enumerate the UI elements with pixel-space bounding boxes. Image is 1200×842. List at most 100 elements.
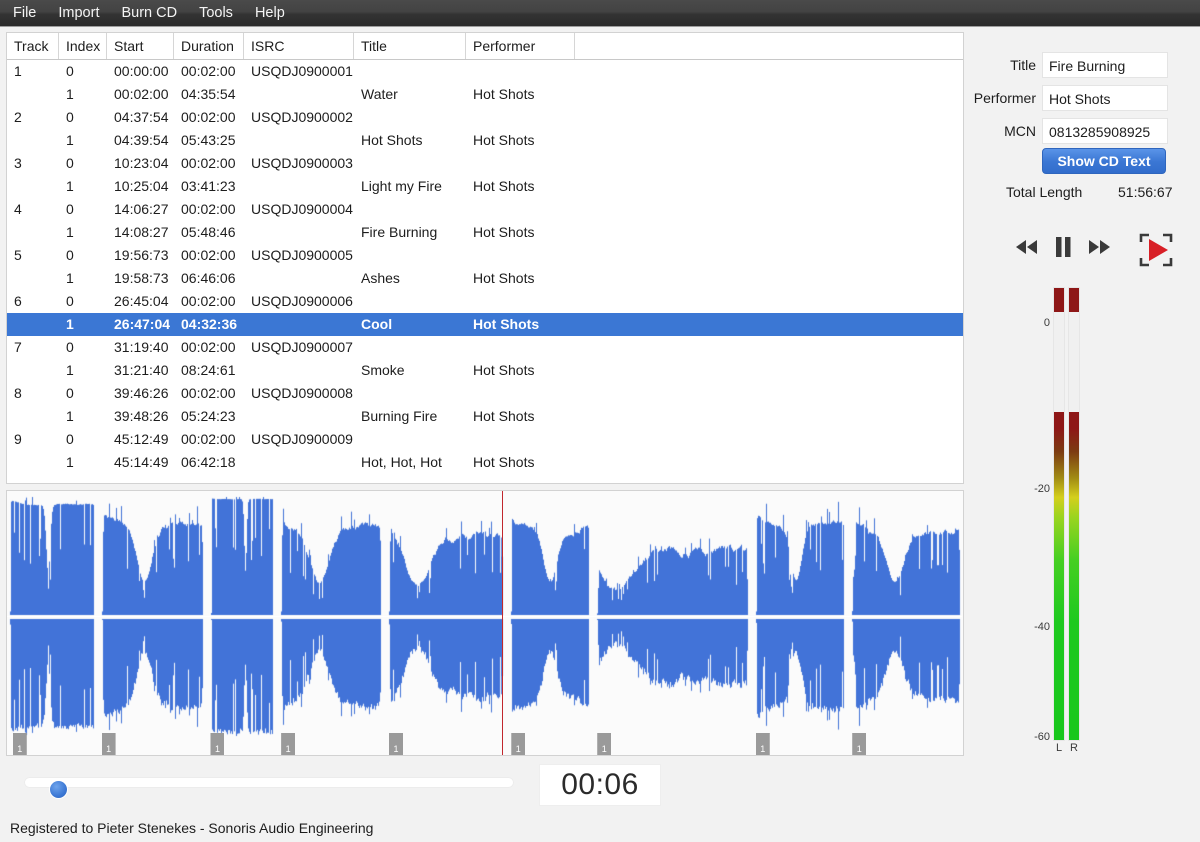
cell-duration: 00:02:00 [181, 339, 236, 355]
table-row[interactable]: 4 0 14:06:27 00:02:00 USQDJ0900004 [7, 198, 963, 221]
table-header-col-spacer[interactable] [575, 33, 963, 59]
marker-index-label: 1 [856, 744, 862, 754]
table-header-col-index[interactable]: Index [59, 33, 107, 59]
table-row[interactable]: 1 00:02:00 04:35:54 Water Hot Shots [7, 83, 963, 106]
cell-track [7, 221, 59, 244]
cell-title [354, 198, 466, 221]
table-header-col-performer[interactable]: Performer [466, 33, 575, 59]
waveform-canvas[interactable] [8, 492, 963, 744]
cell-track [7, 405, 59, 428]
table-header-col-start[interactable]: Start [107, 33, 174, 59]
cell-isrc: USQDJ0900004 [251, 201, 353, 217]
marker-index-label: 1 [760, 744, 766, 754]
rewind-icon[interactable] [1010, 230, 1044, 264]
track-marker[interactable]: 1 [852, 733, 867, 755]
table-row[interactable]: 1 39:48:26 05:24:23 Burning Fire Hot Shots [7, 405, 963, 428]
track-marker[interactable]: 1 [511, 733, 526, 755]
table-row[interactable]: 9 0 45:12:49 00:02:00 USQDJ0900009 [7, 428, 963, 451]
cell-track: 5 [14, 247, 22, 263]
fast-forward-icon[interactable] [1082, 230, 1116, 264]
menu-file[interactable]: File [0, 0, 47, 26]
cell-index: 0 [66, 63, 74, 79]
waveform-scroll-row[interactable] [6, 770, 964, 798]
table-row[interactable]: 1 04:39:54 05:43:25 Hot Shots Hot Shots [7, 129, 963, 152]
cell-index: 1 [66, 132, 74, 148]
play-selection-icon[interactable] [1136, 230, 1176, 270]
marker-index-label: 1 [393, 744, 399, 754]
mcn-label: MCN [1004, 123, 1036, 139]
cell-track [7, 313, 59, 336]
track-marker[interactable]: 1 [210, 733, 225, 755]
cell-performer: Hot Shots [473, 362, 535, 378]
track-marker[interactable]: 1 [389, 733, 404, 755]
table-body[interactable]: 1 0 00:00:00 00:02:00 USQDJ0900001 1 00:02:00 0… [7, 60, 963, 474]
table-row[interactable]: 1 31:21:40 08:24:61 Smoke Hot Shots [7, 359, 963, 382]
table-row[interactable]: 1 0 00:00:00 00:02:00 USQDJ0900001 [7, 60, 963, 83]
table-row[interactable]: 7 0 31:19:40 00:02:00 USQDJ0900007 [7, 336, 963, 359]
cell-start: 10:25:04 [114, 178, 169, 194]
mcn-input[interactable]: 0813285908925 [1042, 118, 1168, 144]
waveform-scrollbar-thumb[interactable] [50, 781, 67, 798]
track-marker[interactable]: 1 [597, 733, 612, 755]
cell-isrc: USQDJ0900009 [251, 431, 353, 447]
waveform-scrollbar-track[interactable] [24, 777, 514, 798]
cell-performer: Hot Shots [473, 132, 535, 148]
track-marker-strip[interactable]: 1 1 1 1 1 1 1 1 1 [8, 728, 963, 755]
title-input[interactable]: Fire Burning [1042, 52, 1168, 78]
cell-performer: Hot Shots [473, 224, 535, 240]
marker-index-label: 1 [106, 744, 112, 754]
track-list-table[interactable]: Track Index Start Duration ISRC Title Performe… [6, 32, 964, 484]
cell-duration: 05:24:23 [181, 408, 236, 424]
track-marker[interactable]: 1 [755, 733, 770, 755]
cell-start: 00:00:00 [114, 63, 169, 79]
track-marker[interactable]: 1 [101, 733, 116, 755]
marker-index-label: 1 [17, 744, 23, 754]
level-meters: 0 -20 -40 -60 L R [1034, 288, 1098, 754]
table-row[interactable]: 1 45:14:49 06:42:18 Hot, Hot, Hot Hot Shots [7, 451, 963, 474]
cell-title: Ashes [361, 270, 400, 286]
cell-title: Burning Fire [361, 408, 438, 424]
table-row[interactable]: 1 10:25:04 03:41:23 Light my Fire Hot Shots [7, 175, 963, 198]
menu-import[interactable]: Import [47, 0, 110, 26]
table-row[interactable]: 1 14:08:27 05:48:46 Fire Burning Hot Shots [7, 221, 963, 244]
cell-track [7, 129, 59, 152]
cell-duration: 00:02:00 [181, 201, 236, 217]
total-length-value: 51:56:67 [1118, 184, 1173, 200]
table-row[interactable]: 2 0 04:37:54 00:02:00 USQDJ0900002 [7, 106, 963, 129]
cell-isrc: USQDJ0900001 [251, 63, 353, 79]
cell-track [7, 451, 59, 474]
cell-track [7, 267, 59, 290]
track-marker[interactable]: 1 [281, 733, 296, 755]
table-header-col-duration[interactable]: Duration [174, 33, 244, 59]
table-row[interactable]: 5 0 19:56:73 00:02:00 USQDJ0900005 [7, 244, 963, 267]
waveform-panel[interactable]: 1 1 1 1 1 1 1 1 1 [6, 490, 964, 756]
cell-title [354, 244, 466, 267]
cell-start: 19:58:73 [114, 270, 169, 286]
cell-isrc [244, 359, 354, 382]
menu-tools[interactable]: Tools [188, 0, 244, 26]
table-header-col-title[interactable]: Title [354, 33, 466, 59]
table-header-col-isrc[interactable]: ISRC [244, 33, 354, 59]
pause-icon[interactable] [1046, 230, 1080, 264]
table-row[interactable]: 1 19:58:73 06:46:06 Ashes Hot Shots [7, 267, 963, 290]
menu-help[interactable]: Help [244, 0, 296, 26]
table-header-col-track[interactable]: Track [7, 33, 59, 59]
marker-index-label: 1 [515, 744, 521, 754]
performer-input[interactable]: Hot Shots [1042, 85, 1168, 111]
table-row[interactable]: 3 0 10:23:04 00:02:00 USQDJ0900003 [7, 152, 963, 175]
menu-burn-cd[interactable]: Burn CD [110, 0, 188, 26]
cell-track: 6 [14, 293, 22, 309]
cell-performer [466, 244, 575, 267]
cell-start: 04:37:54 [114, 109, 169, 125]
cell-index: 0 [66, 431, 74, 447]
cell-track [7, 83, 59, 106]
cell-isrc [244, 451, 354, 474]
cell-start: 39:48:26 [114, 408, 169, 424]
table-row[interactable]: 6 0 26:45:04 00:02:00 USQDJ0900006 [7, 290, 963, 313]
cell-isrc: USQDJ0900003 [251, 155, 353, 171]
table-row[interactable]: 8 0 39:46:26 00:02:00 USQDJ0900008 [7, 382, 963, 405]
track-marker[interactable]: 1 [12, 733, 27, 755]
cell-title [354, 336, 466, 359]
table-row[interactable]: 1 26:47:04 04:32:36 Cool Hot Shots [7, 313, 963, 336]
show-cd-text-button[interactable]: Show CD Text [1042, 148, 1166, 174]
